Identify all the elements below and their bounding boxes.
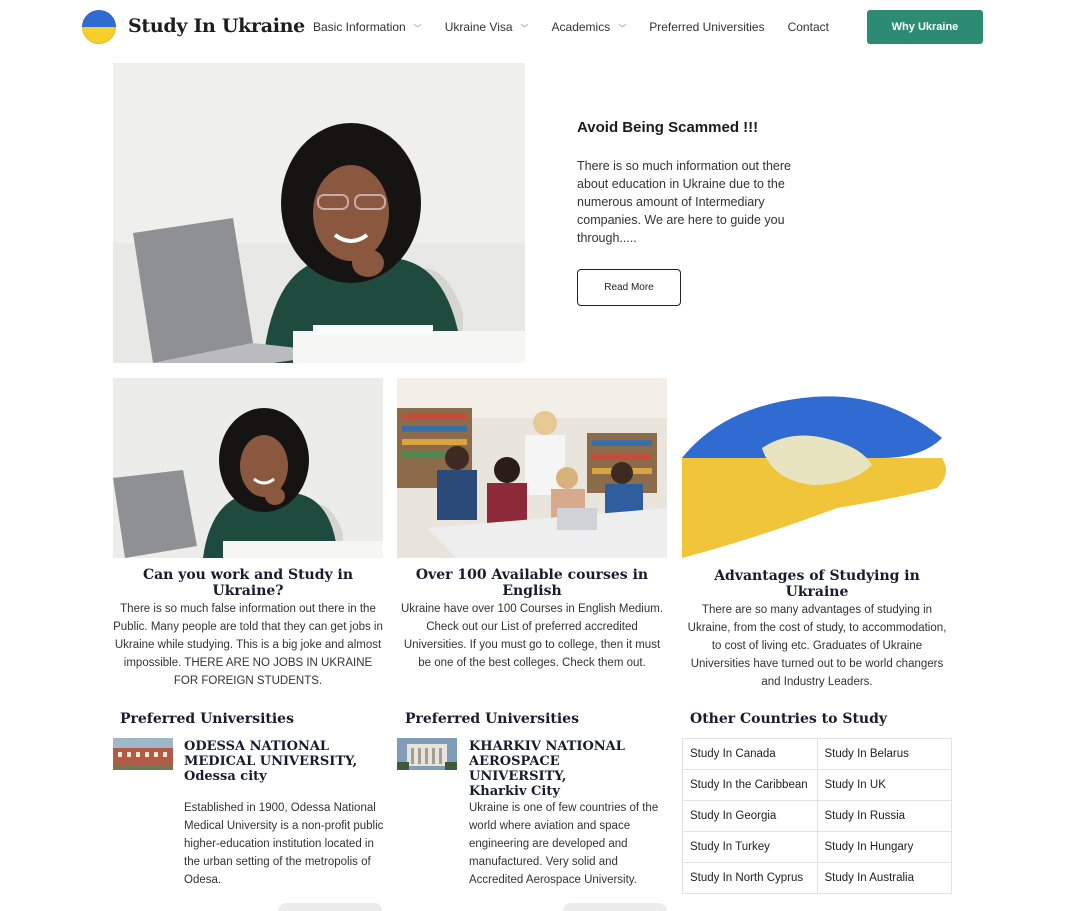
table-row: Study In Turkey Study In Hungary [682,831,952,863]
country-link[interactable]: Study In Belarus [816,738,952,770]
ukraine-flag-logo-icon[interactable] [82,10,116,44]
nav-item-academics[interactable]: Academics ﹀ [552,20,627,34]
country-link[interactable]: Study In the Caribbean [682,769,818,801]
country-link[interactable]: Study In Hungary [816,831,952,863]
nav-label: Preferred Universities [649,20,765,34]
main-nav: Basic Information ﹀ Ukraine Visa ﹀ Acade… [313,20,852,34]
country-link[interactable]: Study In Canada [682,738,818,770]
nav-label: Ukraine Visa [444,20,513,34]
partial-button[interactable] [278,903,382,911]
nav-label: Contact [787,20,829,34]
read-more-button[interactable]: Read More [577,269,681,306]
section-title-preferred-universities: Preferred Universities [405,711,579,727]
university-name[interactable]: KHARKIV NATIONAL AEROSPACE UNIVERSITY, K… [469,739,659,799]
country-link[interactable]: Study In Georgia [682,800,818,832]
table-row: Study In the Caribbean Study In UK [682,769,952,801]
section-title-other-countries: Other Countries to Study [690,711,888,727]
chevron-down-icon: ﹀ [413,23,422,33]
card-text: Ukraine have over 100 Courses in English… [400,603,664,669]
card-image-students-library[interactable] [397,378,667,558]
country-link[interactable]: Study In Russia [816,800,952,832]
card-image-painted-hand-map[interactable] [682,378,952,558]
university-thumbnail[interactable] [113,738,173,770]
table-row: Study In Canada Study In Belarus [682,738,952,770]
university-thumbnail[interactable] [397,738,457,770]
card-text: There are so many advantages of studying… [687,604,947,688]
university-name[interactable]: ODESSA NATIONAL MEDICAL UNIVERSITY, Odes… [184,739,374,784]
section-title-preferred-universities: Preferred Universities [120,711,294,727]
country-link[interactable]: Study In Australia [816,862,952,894]
nav-label: Academics [551,20,611,34]
site-header: Study In Ukraine Basic Information ﹀ Ukr… [0,0,1071,56]
nav-item-basic-information[interactable]: Basic Information ﹀ [313,20,422,34]
partial-button[interactable] [563,903,667,911]
nav-label: Basic Information [313,20,406,34]
university-name-text: KHARKIV NATIONAL AEROSPACE UNIVERSITY, [469,739,625,784]
table-row: Study In Georgia Study In Russia [682,800,952,832]
nav-item-contact[interactable]: Contact [788,20,829,34]
university-city: Odessa city [184,769,267,784]
card-image-student[interactable] [113,378,383,558]
university-city: Kharkiv City [469,784,560,799]
country-link[interactable]: Study In Turkey [682,831,818,863]
nav-item-preferred-universities[interactable]: Preferred Universities [649,20,764,34]
hero-image-student-laptop [113,63,525,363]
why-ukraine-button[interactable]: Why Ukraine [867,10,983,44]
card-title[interactable]: Can you work and Study in Ukraine? [113,567,383,599]
chevron-down-icon: ﹀ [520,23,529,33]
card-title[interactable]: Over 100 Available courses in English [397,567,667,599]
university-name-text: ODESSA NATIONAL MEDICAL UNIVERSITY, [184,739,358,769]
card-title[interactable]: Advantages of Studying in Ukraine [682,568,952,600]
country-link[interactable]: Study In UK [816,769,952,801]
university-description: Ukraine is one of few countries of the w… [469,802,659,886]
table-row: Study In North Cyprus Study In Australia [682,862,952,894]
country-link[interactable]: Study In North Cyprus [682,862,818,894]
university-description: Established in 1900, Odessa National Med… [184,802,384,886]
hero-text: There is so much information out there a… [577,159,791,245]
card-text: There is so much false information out t… [113,603,383,687]
chevron-down-icon: ﹀ [618,23,627,33]
other-countries-table: Study In Canada Study In Belarus Study I… [682,738,952,894]
site-logo-text[interactable]: Study In Ukraine [128,15,305,37]
hero-title: Avoid Being Scammed !!! [577,119,759,136]
nav-item-ukraine-visa[interactable]: Ukraine Visa ﹀ [445,20,529,34]
